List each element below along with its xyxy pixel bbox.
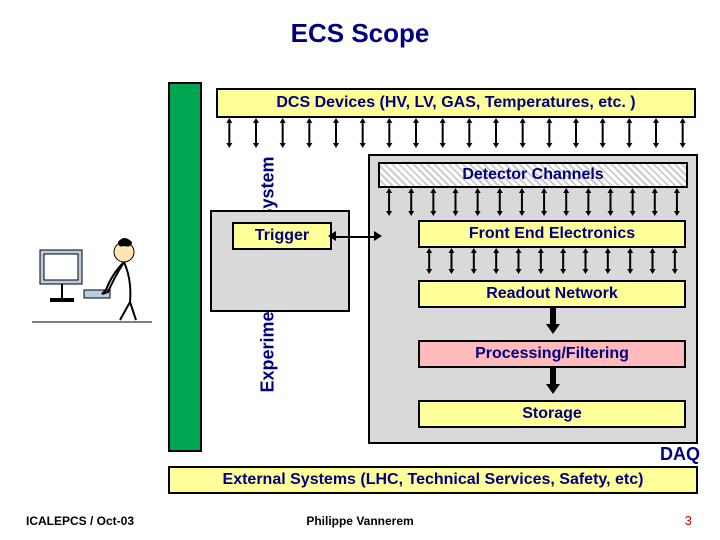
detector-channels-box: Detector Channels xyxy=(378,162,688,188)
footer-page-number: 3 xyxy=(685,513,692,528)
front-end-electronics-box: Front End Electronics xyxy=(418,220,686,248)
page-title: ECS Scope xyxy=(0,0,720,49)
fee-arrows xyxy=(418,248,686,274)
ecs-bar xyxy=(168,82,202,452)
arrow-right-icon xyxy=(374,231,382,241)
storage-box: Storage xyxy=(418,400,686,428)
readout-arrow-down xyxy=(546,308,560,334)
dcs-devices-box: DCS Devices (HV, LV, GAS, Temperatures, … xyxy=(216,88,696,118)
external-systems-box: External Systems (LHC, Technical Service… xyxy=(168,466,698,494)
trigger-fee-connector xyxy=(332,236,378,238)
arrow-left-icon xyxy=(328,231,336,241)
detector-channels-arrows xyxy=(378,188,688,216)
processing-arrow-down xyxy=(546,368,560,394)
user-at-computer-icon xyxy=(32,220,152,340)
trigger-box: Trigger xyxy=(232,222,332,250)
processing-filtering-box: Processing/Filtering xyxy=(418,340,686,368)
daq-label: DAQ xyxy=(660,444,700,465)
dcs-arrows xyxy=(216,118,696,148)
footer-author: Philippe Vannerem xyxy=(0,514,720,528)
readout-network-box: Readout Network xyxy=(418,280,686,308)
